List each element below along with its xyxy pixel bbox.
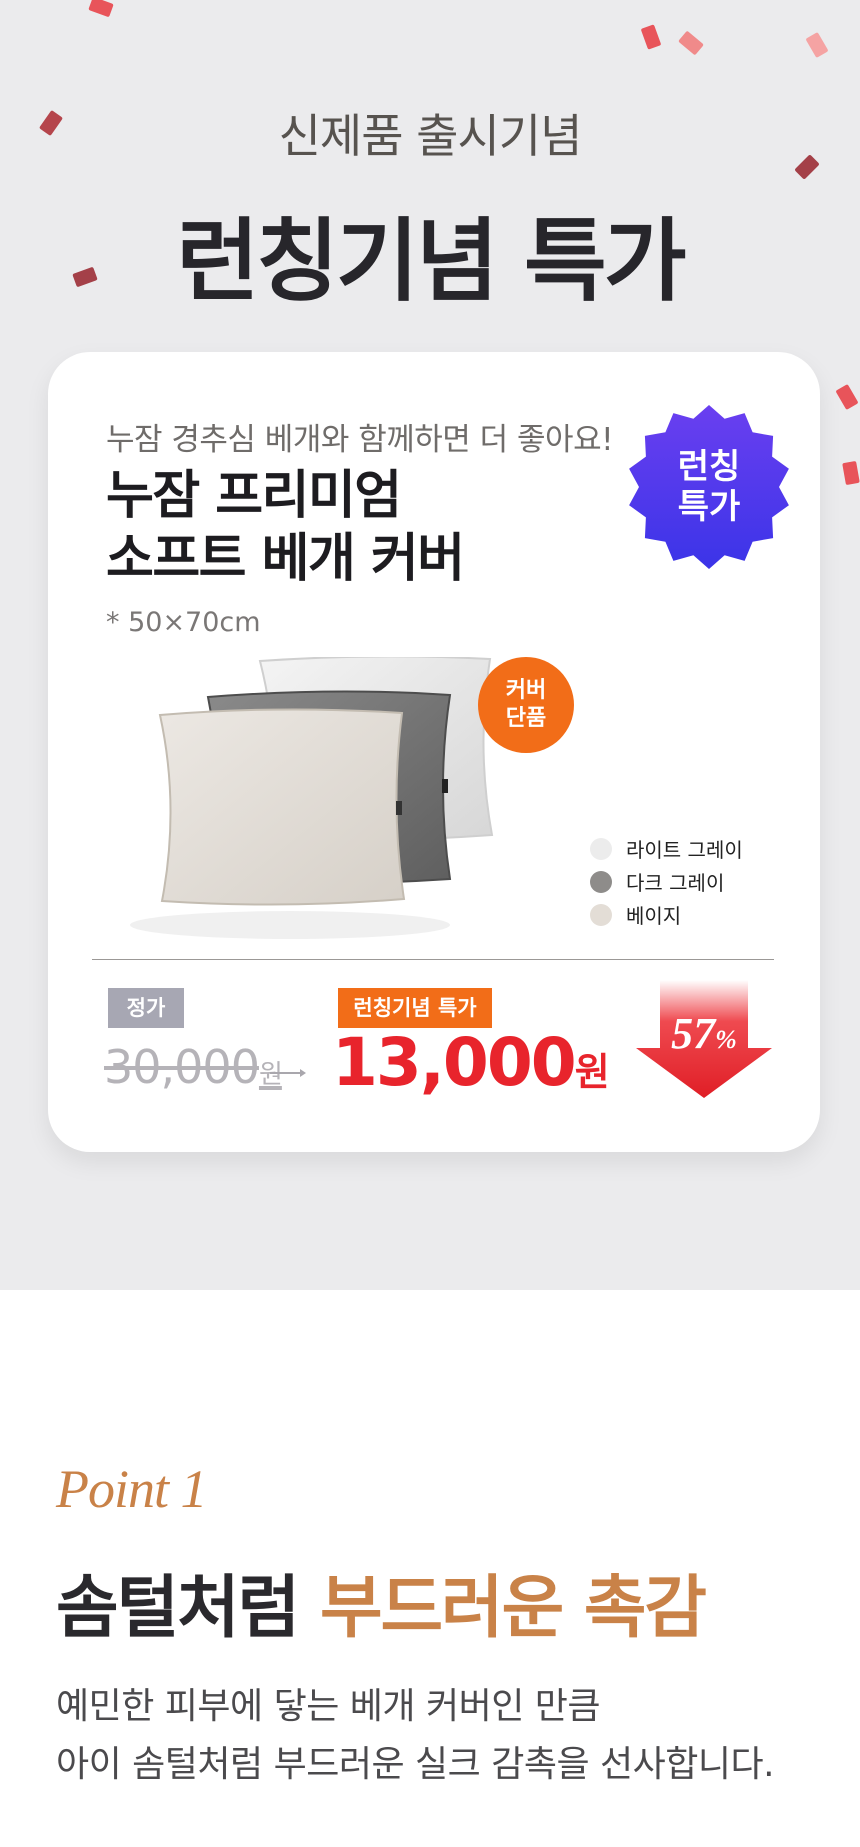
burst-line2: 특가 [677, 487, 741, 527]
cover-badge-line1: 커버 [505, 678, 547, 703]
color-swatch-beige [590, 903, 612, 926]
cover-badge-line2: 단품 [505, 706, 547, 731]
color-label: 다크 그레이 [626, 871, 725, 895]
header-title: 런칭기념 특가 [176, 209, 686, 314]
price-divider [92, 959, 774, 960]
regular-price-tag: 정가 [108, 988, 184, 1028]
heading-plain: 솜털처럼 [56, 1569, 300, 1648]
original-price: 30,000원 [104, 1040, 283, 1094]
product-size: * 50×70cm [106, 607, 261, 638]
discount-rate: 57% [658, 1008, 750, 1059]
confetti [835, 383, 859, 411]
launch-burst-text: 런칭 특가 [626, 447, 792, 527]
launch-promo-section: 신제품 출시기념 런칭기념 특가 누잠 경추심 베개와 함께하면 더 좋아요! … [0, 0, 860, 1290]
sale-price: 13,000원 [332, 1024, 610, 1101]
cover-only-badge: 커버 단품 [478, 657, 574, 753]
confetti [678, 30, 704, 56]
heading-accent: 부드러운 촉감 [319, 1569, 707, 1648]
header-subtitle: 신제품 출시기념 [278, 109, 583, 163]
color-option-light-gray: 라이트 그레이 [590, 832, 743, 865]
point-heading: 솜털처럼 부드러운 촉감 [56, 1552, 707, 1651]
color-swatch-light-gray [590, 837, 612, 860]
arrow-right-icon [270, 1069, 306, 1077]
color-label: 베이지 [626, 904, 682, 928]
color-swatch-dark-gray [590, 870, 612, 893]
description-line2: 아이 솜털처럼 부드러운 실크 감촉을 선사합니다. [56, 1744, 775, 1785]
product-name: 누잠 프리미엄 소프트 베개 커버 [106, 465, 465, 591]
product-card: 누잠 경추심 베개와 함께하면 더 좋아요! 누잠 프리미엄 소프트 베개 커버… [48, 352, 820, 1152]
point-label: Point 1 [56, 1459, 207, 1519]
sale-price-value: 13,000 [332, 1024, 577, 1101]
burst-line1: 런칭 [677, 447, 741, 487]
description-line1: 예민한 피부에 닿는 베개 커버인 만큼 [56, 1686, 601, 1727]
original-price-value: 30,000 [104, 1040, 260, 1094]
color-label: 라이트 그레이 [626, 838, 743, 862]
confetti [805, 31, 829, 59]
confetti [842, 460, 860, 486]
card-subtitle: 누잠 경추심 베개와 함께하면 더 좋아요! [106, 422, 614, 458]
product-name-line2: 소프트 베개 커버 [106, 529, 465, 589]
launch-price-tag: 런칭기념 특가 [338, 988, 492, 1028]
discount-value: 57 [671, 1009, 716, 1058]
discount-unit: % [715, 1025, 737, 1054]
sale-price-unit: 원 [574, 1050, 610, 1094]
confetti [88, 0, 114, 18]
point-description: 예민한 피부에 닿는 베개 커버인 만큼 아이 솜털처럼 부드러운 실크 감촉을… [56, 1678, 775, 1794]
confetti [640, 24, 662, 50]
color-options: 라이트 그레이 다크 그레이 베이지 [590, 832, 743, 931]
color-option-dark-gray: 다크 그레이 [590, 865, 743, 898]
color-option-beige: 베이지 [590, 898, 743, 931]
product-name-line1: 누잠 프리미엄 [106, 466, 402, 526]
